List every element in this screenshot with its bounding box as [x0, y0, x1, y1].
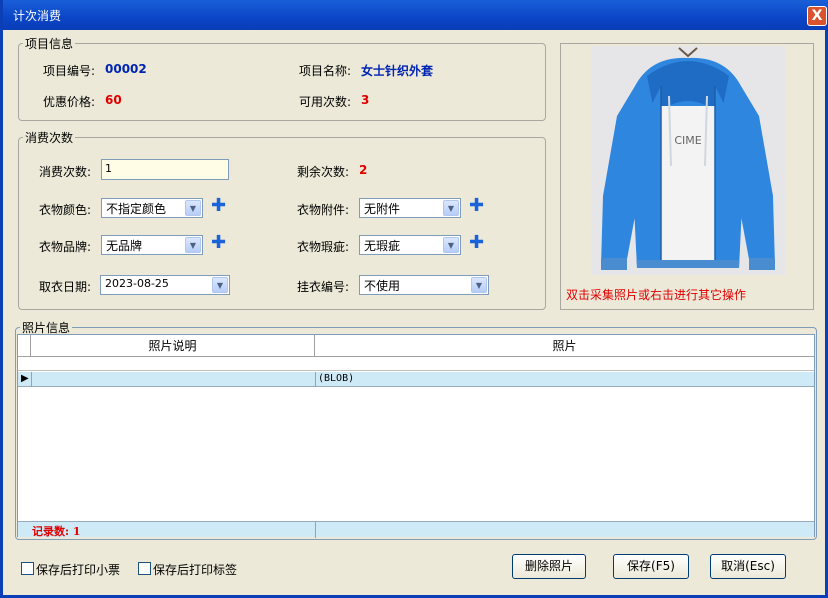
- accessory-label: 衣物附件:: [297, 203, 350, 217]
- garment-photo[interactable]: CIME: [591, 46, 785, 275]
- brand-select[interactable]: 无品牌 ▼: [101, 235, 203, 255]
- photo-grid[interactable]: 照片说明 照片 ▶ (BLOB) 记录数: 1: [17, 334, 815, 538]
- pickup-date-label: 取衣日期:: [39, 280, 92, 294]
- project-info-legend: 项目信息: [23, 35, 76, 52]
- color-label: 衣物颜色:: [39, 203, 92, 217]
- project-name-value: 女士针织外套: [361, 64, 434, 78]
- defect-select[interactable]: 无瑕疵 ▼: [359, 235, 461, 255]
- svg-text:CIME: CIME: [674, 134, 701, 147]
- add-defect-icon[interactable]: ✚: [469, 234, 484, 252]
- consume-group: 消费次数 消费次数: 1 剩余次数: 2 衣物颜色: 不指定颜色 ▼ ✚ 衣物附…: [18, 129, 546, 310]
- chevron-down-icon[interactable]: ▼: [185, 200, 201, 216]
- color-select-value: 不指定颜色: [106, 202, 167, 216]
- record-count: 记录数: 1: [32, 525, 81, 538]
- cancel-button[interactable]: 取消(Esc): [710, 554, 786, 579]
- color-select[interactable]: 不指定颜色 ▼: [101, 198, 203, 218]
- delete-photo-button[interactable]: 删除照片: [512, 554, 586, 579]
- available-value: 3: [361, 93, 370, 107]
- consume-legend: 消费次数: [23, 129, 76, 146]
- chevron-down-icon[interactable]: ▼: [471, 277, 487, 293]
- blank-row: [18, 357, 814, 371]
- price-value: 60: [105, 93, 122, 107]
- brand-select-value: 无品牌: [106, 239, 143, 253]
- project-name-label: 项目名称:: [299, 64, 352, 78]
- grid-footer: 记录数: 1: [18, 521, 814, 538]
- table-row[interactable]: ▶ (BLOB): [18, 372, 814, 387]
- chevron-down-icon[interactable]: ▼: [185, 237, 201, 253]
- project-info-group: 项目信息 项目编号: 00002 项目名称: 女士针织外套 优惠价格: 60 可…: [18, 35, 546, 121]
- pickup-date-value: 2023-08-25: [105, 277, 169, 290]
- count-input[interactable]: 1: [101, 159, 229, 180]
- column-header-desc[interactable]: 照片说明: [31, 335, 315, 357]
- save-button[interactable]: 保存(F5): [613, 554, 689, 579]
- brand-label: 衣物品牌:: [39, 240, 92, 254]
- column-divider: [315, 372, 316, 387]
- row-pointer-icon: ▶: [21, 373, 29, 384]
- price-label: 优惠价格:: [43, 95, 96, 109]
- photo-panel[interactable]: CIME 双击采集照片或右击进行其它操作: [560, 43, 814, 310]
- print-label-checkbox[interactable]: [138, 562, 151, 575]
- defect-label: 衣物瑕疵:: [297, 240, 350, 254]
- add-brand-icon[interactable]: ✚: [211, 234, 226, 252]
- chevron-down-icon[interactable]: ▼: [212, 277, 228, 293]
- pickup-date-picker[interactable]: 2023-08-25 ▼: [100, 275, 230, 295]
- hanger-select-value: 不使用: [364, 279, 401, 293]
- accessory-select-value: 无附件: [364, 202, 401, 216]
- hanger-select[interactable]: 不使用 ▼: [359, 275, 489, 295]
- accessory-select[interactable]: 无附件 ▼: [359, 198, 461, 218]
- remaining-value: 2: [359, 163, 368, 177]
- project-code-label: 项目编号:: [43, 64, 96, 78]
- dialog-window: 计次消费 X 项目信息 项目编号: 00002 项目名称: 女士针织外套 优惠价…: [0, 0, 828, 598]
- column-divider: [31, 372, 32, 387]
- photo-hint: 双击采集照片或右击进行其它操作: [566, 288, 747, 302]
- project-code-value: 00002: [105, 62, 147, 76]
- close-button[interactable]: X: [807, 6, 827, 26]
- add-accessory-icon[interactable]: ✚: [469, 197, 484, 215]
- print-receipt-label[interactable]: 保存后打印小票: [36, 561, 120, 578]
- defect-select-value: 无瑕疵: [364, 239, 401, 253]
- add-color-icon[interactable]: ✚: [211, 197, 226, 215]
- row-indicator-header: [18, 335, 31, 357]
- hanger-label: 挂衣编号:: [297, 280, 350, 294]
- remaining-label: 剩余次数:: [297, 165, 350, 179]
- print-label-label[interactable]: 保存后打印标签: [153, 561, 237, 578]
- window-title: 计次消费: [13, 9, 62, 23]
- chevron-down-icon[interactable]: ▼: [443, 200, 459, 216]
- print-receipt-checkbox[interactable]: [21, 562, 34, 575]
- column-header-photo[interactable]: 照片: [315, 335, 814, 357]
- chevron-down-icon[interactable]: ▼: [443, 237, 459, 253]
- jacket-image: CIME: [591, 46, 785, 275]
- row-photo-cell[interactable]: (BLOB): [318, 373, 354, 384]
- available-label: 可用次数:: [299, 95, 352, 109]
- column-divider: [315, 522, 316, 538]
- count-label: 消费次数:: [39, 165, 92, 179]
- title-bar: 计次消费 X: [3, 0, 828, 30]
